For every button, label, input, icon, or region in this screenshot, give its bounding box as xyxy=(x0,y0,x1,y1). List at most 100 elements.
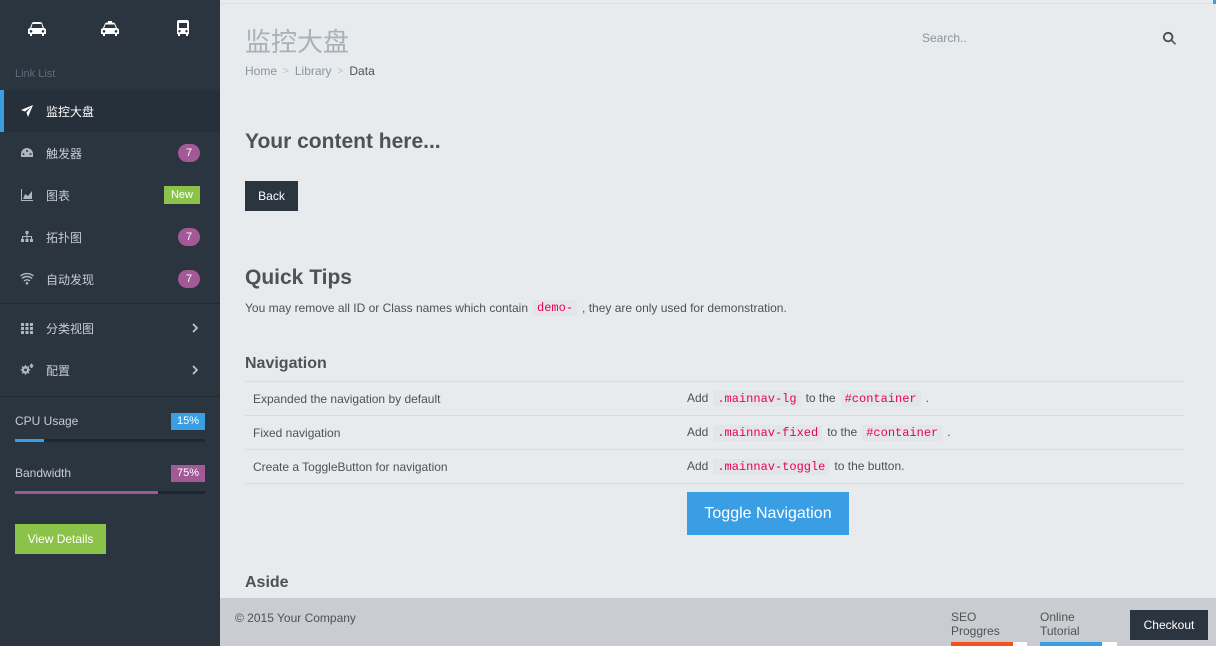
dashboard-icon xyxy=(21,148,33,157)
sidebar-item-settings[interactable]: 配置 xyxy=(0,349,220,391)
seo-progress-label: SEO Proggres xyxy=(951,610,1000,638)
sitemap-icon xyxy=(21,231,33,242)
tutorial-progress-fill xyxy=(1040,642,1102,646)
row-instruction: Add .mainnav-lg to the #container. xyxy=(679,381,1184,416)
instruction-code: .mainnav-fixed xyxy=(713,425,823,441)
quick-tips-text: You may remove all ID or Class names whi… xyxy=(245,300,787,316)
sidebar-item-topology[interactable]: 拓扑图 7 xyxy=(0,216,220,258)
row-instruction: Add .mainnav-toggle to the button. xyxy=(679,449,1184,484)
divider xyxy=(0,396,220,397)
tutorial-progress: Online Tutorial xyxy=(1040,610,1117,646)
count-badge: 7 xyxy=(178,144,200,162)
navigation-table: Expanded the navigation by default Add .m… xyxy=(245,381,1184,484)
divider xyxy=(0,303,220,304)
row-description: Expanded the navigation by default xyxy=(245,381,679,416)
bus-icon xyxy=(177,20,190,36)
aside-heading: Aside xyxy=(245,574,289,591)
bandwidth-stat: Bandwidth 75% xyxy=(0,463,220,494)
table-row: Expanded the navigation by default Add .m… xyxy=(245,381,1184,416)
count-badge: 7 xyxy=(178,270,200,288)
sidebar-item-label: 自动发现 xyxy=(46,272,95,287)
cpu-usage-bar xyxy=(15,439,205,442)
sidebar-item-autodiscovery[interactable]: 自动发现 7 xyxy=(0,258,220,300)
sidebar-item-label: 监控大盘 xyxy=(46,104,95,119)
sidebar-item-dashboard[interactable]: 监控大盘 xyxy=(0,90,220,132)
bandwidth-value: 75% xyxy=(170,464,205,482)
navigation-heading: Navigation xyxy=(245,355,327,372)
breadcrumb-home[interactable]: Home xyxy=(245,64,277,78)
bandwidth-bar-fill xyxy=(15,491,158,494)
count-badge: 7 xyxy=(178,228,200,246)
tutorial-progress-label: Online Tutorial xyxy=(1040,610,1080,638)
car-icon xyxy=(27,22,46,36)
content-heading: Your content here... xyxy=(245,130,441,153)
sidebar-item-label: 分类视图 xyxy=(46,321,95,336)
top-strip xyxy=(220,0,1216,4)
instruction-post: . xyxy=(925,391,929,405)
instruction-pre: Add xyxy=(687,391,709,405)
search-input[interactable] xyxy=(922,28,1142,48)
instruction-post: . xyxy=(947,425,951,439)
toggle-navigation-button[interactable]: Toggle Navigation xyxy=(687,492,849,535)
tips-text-after: , they are only used for demonstration. xyxy=(582,301,787,315)
sidebar-item-label: 图表 xyxy=(46,188,71,203)
table-row: Create a ToggleButton for navigation Add… xyxy=(245,449,1184,484)
breadcrumb-library[interactable]: Library xyxy=(295,64,332,78)
bandwidth-label: Bandwidth xyxy=(15,466,72,480)
instruction-mid: to the xyxy=(805,391,836,405)
cpu-usage-value: 15% xyxy=(170,412,205,430)
gears-icon xyxy=(20,363,34,375)
area-chart-icon xyxy=(21,189,33,201)
breadcrumb-separator: > xyxy=(283,65,289,77)
plane-icon xyxy=(21,105,33,117)
instruction-code: .mainnav-toggle xyxy=(713,459,830,475)
view-details-button[interactable]: View Details xyxy=(15,524,106,554)
taxi-icon xyxy=(100,21,119,36)
cpu-usage-label: CPU Usage xyxy=(15,414,79,428)
page-title: 监控大盘 xyxy=(245,27,350,57)
table-row: Fixed navigation Add .mainnav-fixed to the… xyxy=(245,415,1184,450)
instruction-mid: to the xyxy=(827,425,858,439)
back-button[interactable]: Back xyxy=(245,181,298,211)
tutorial-progress-bar xyxy=(1040,642,1117,646)
sidebar-menu-secondary: 分类视图 配置 xyxy=(0,307,220,391)
copyright-text: © 2015 Your Company xyxy=(235,611,356,625)
seo-progress-fill xyxy=(951,642,1014,646)
taxi-shortcut-button[interactable] xyxy=(73,0,146,58)
cpu-usage-bar-fill xyxy=(15,439,44,442)
sidebar-item-charts[interactable]: 图表 New xyxy=(0,174,220,216)
instruction-pre: Add xyxy=(687,425,709,439)
sidebar-item-label: 配置 xyxy=(46,363,71,378)
row-instruction: Add .mainnav-fixed to the #container. xyxy=(679,415,1184,450)
instruction-code: .mainnav-lg xyxy=(713,391,801,407)
footer: © 2015 Your Company SEO Proggres Online … xyxy=(220,598,1216,646)
chevron-right-icon xyxy=(192,365,199,375)
tips-text-before: You may remove all ID or Class names whi… xyxy=(245,301,529,315)
chevron-right-icon xyxy=(192,323,199,333)
sidebar-item-triggers[interactable]: 触发器 7 xyxy=(0,132,220,174)
seo-progress-bar xyxy=(951,642,1027,646)
cpu-usage-stat: CPU Usage 15% xyxy=(0,411,220,442)
sidebar-menu: 监控大盘 触发器 7 图表 New 拓扑图 7 自动发现 7 xyxy=(0,90,220,300)
car-shortcut-button[interactable] xyxy=(0,0,73,58)
checkout-button[interactable]: Checkout xyxy=(1130,610,1208,640)
sidebar-item-category-view[interactable]: 分类视图 xyxy=(0,307,220,349)
quick-tips-heading: Quick Tips xyxy=(245,266,352,289)
tips-code: demo- xyxy=(533,300,578,316)
bus-shortcut-button[interactable] xyxy=(147,0,220,58)
sidebar: Link List 监控大盘 触发器 7 图表 New 拓扑图 7 自动发现 7 xyxy=(0,0,220,646)
sidebar-item-label: 触发器 xyxy=(46,146,83,161)
shortcut-bar xyxy=(0,0,220,58)
row-description: Create a ToggleButton for navigation xyxy=(245,449,679,484)
wifi-icon xyxy=(20,272,34,285)
seo-progress: SEO Proggres xyxy=(951,610,1027,646)
breadcrumb-current: Data xyxy=(349,64,375,78)
instruction-pre: Add xyxy=(687,459,709,473)
new-badge: New xyxy=(163,186,200,204)
bandwidth-bar xyxy=(15,491,205,494)
search-icon[interactable] xyxy=(1162,31,1177,46)
instruction-code: #container xyxy=(840,391,921,407)
instruction-mid: to the button. xyxy=(834,459,905,473)
search-box xyxy=(922,28,1182,50)
main-content: 监控大盘 Home > Library > Data Your content … xyxy=(220,0,1216,646)
